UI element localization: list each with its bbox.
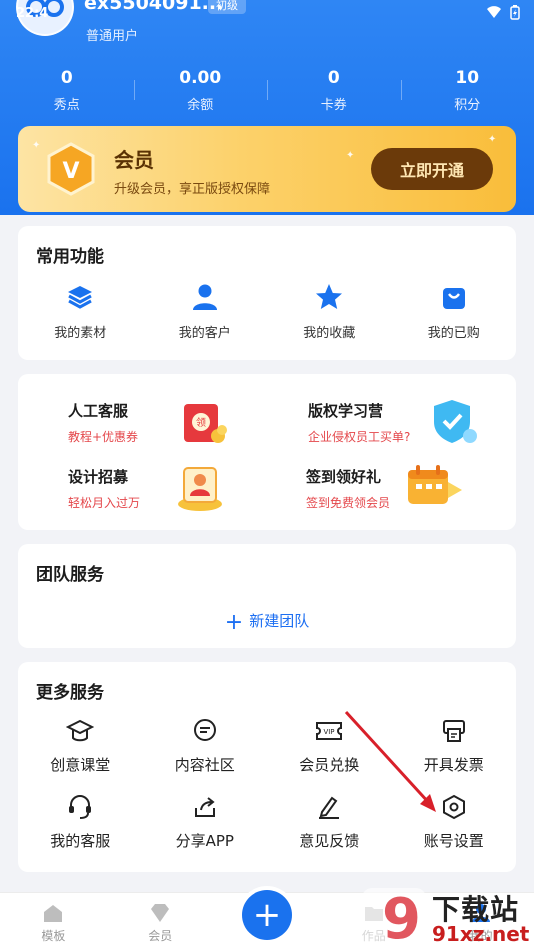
create-plus-button[interactable]: +: [242, 890, 292, 940]
vip-medal-icon: V: [47, 142, 95, 196]
red-envelope-icon: 领: [184, 404, 227, 443]
diamond-icon: [151, 904, 170, 922]
recruit-card-icon: [178, 467, 222, 511]
stat-coupons[interactable]: 0 卡券: [267, 66, 401, 116]
item-label: 我的素材: [54, 326, 107, 341]
vip-subtitle: 升级会员，享正版授权保障: [114, 182, 271, 197]
svg-text:V: V: [62, 159, 79, 184]
annotation-arrow-icon: [344, 710, 436, 812]
promo-checkin-gift[interactable]: 签到领好礼 签到免费领会员: [306, 466, 390, 511]
stat-points[interactable]: 10 积分: [400, 66, 534, 116]
tab-templates[interactable]: 模板: [0, 893, 107, 950]
promo-card: 人工客服 教程+优惠券 领 版权学习营 企业侵权员工买单? 设计招募 轻松月入过…: [18, 374, 516, 530]
calendar-gift-icon: [408, 465, 462, 504]
promo-subtitle: 教程+优惠券: [68, 430, 139, 444]
item-label: 分享APP: [175, 832, 234, 850]
watermark-url: 91xz.net: [432, 922, 530, 946]
stat-balance[interactable]: 0.00 余额: [133, 66, 268, 116]
promo-title: 人工客服: [68, 402, 129, 420]
wifi-icon: [487, 6, 501, 18]
promo-title: 设计招募: [68, 468, 129, 486]
home-icon: [44, 905, 63, 922]
new-team-label: 新建团队: [249, 612, 310, 630]
more-item-creative-class[interactable]: 创意课堂: [18, 716, 143, 775]
shield-icon: [434, 400, 477, 443]
battery-icon: [510, 5, 520, 20]
section-title: 更多服务: [36, 683, 104, 703]
level-badge: 初级: [208, 0, 246, 14]
username[interactable]: ex5504091...: [84, 0, 223, 14]
common-item-favorites[interactable]: 我的收藏: [267, 282, 392, 341]
common-functions-card: 常用功能 我的素材 我的客户 我的收藏 我的已购: [18, 226, 516, 360]
item-label: 内容社区: [174, 756, 235, 774]
user-role: 普通用户: [86, 29, 139, 44]
promo-subtitle: 签到免费领会员: [306, 496, 391, 510]
stat-value: 10: [455, 68, 480, 88]
plus-icon: +: [252, 895, 282, 935]
stat-label: 秀点: [53, 98, 80, 113]
more-item-share-app[interactable]: 分享APP: [143, 792, 268, 851]
item-label: 我的已购: [427, 326, 480, 341]
sparkle-icon: ✦: [32, 140, 41, 151]
promo-subtitle: 企业侵权员工买单?: [308, 430, 411, 444]
status-time: 22:4: [16, 6, 49, 21]
tab-label: 会员: [148, 929, 173, 943]
layers-icon: [65, 282, 95, 312]
tab-label: 模板: [41, 929, 66, 943]
profile-header: 22:4 ex5504091... 初级 普通用户 0 秀点 0.00 余额 0…: [0, 0, 534, 215]
graduation-cap-icon: [65, 716, 95, 746]
svg-text:9: 9: [382, 887, 421, 950]
headset-icon: [65, 792, 95, 822]
share-icon: [190, 792, 220, 822]
user-icon: [190, 282, 220, 312]
svg-text:领: 领: [196, 416, 206, 429]
stat-value: 0: [327, 68, 340, 88]
promo-title: 版权学习营: [308, 402, 384, 420]
vip-title: 会员: [114, 148, 154, 172]
promo-title: 签到领好礼: [306, 468, 382, 486]
item-label: 创意课堂: [50, 756, 111, 774]
vip-open-button[interactable]: 立即开通: [371, 148, 493, 190]
more-item-community[interactable]: 内容社区: [143, 716, 268, 775]
new-team-button[interactable]: + 新建团队: [18, 610, 516, 635]
common-item-customers[interactable]: 我的客户: [143, 282, 268, 341]
item-label: 意见反馈: [299, 832, 360, 850]
promo-design-recruit[interactable]: 设计招募 轻松月入过万: [68, 466, 140, 511]
promo-copyright-camp[interactable]: 版权学习营 企业侵权员工买单?: [308, 400, 410, 445]
status-icons: [486, 5, 520, 20]
section-title: 团队服务: [36, 565, 104, 585]
sparkle-icon: ✦: [488, 134, 497, 145]
item-label: 我的客服: [50, 832, 111, 850]
vip-banner[interactable]: ✦ ✦ ✦ V 会员 升级会员，享正版授权保障 立即开通: [18, 126, 516, 212]
stat-xiudian[interactable]: 0 秀点: [0, 66, 134, 116]
item-label: 我的客户: [178, 326, 231, 341]
stat-label: 余额: [187, 98, 214, 113]
stat-label: 卡券: [320, 98, 347, 113]
stat-value: 0.00: [179, 68, 222, 88]
common-item-materials[interactable]: 我的素材: [18, 282, 143, 341]
stat-value: 0: [60, 68, 73, 88]
promo-customer-service[interactable]: 人工客服 教程+优惠券: [68, 400, 138, 445]
plus-icon: +: [224, 610, 244, 635]
chat-bubble-icon: [190, 716, 220, 746]
item-label: 账号设置: [423, 832, 484, 850]
shopping-bag-icon: [439, 282, 469, 312]
common-item-purchased[interactable]: 我的已购: [392, 282, 517, 341]
item-label: 我的收藏: [303, 326, 356, 341]
section-title: 常用功能: [36, 247, 104, 267]
promo-subtitle: 轻松月入过万: [68, 496, 141, 510]
star-icon: [314, 282, 344, 312]
stat-label: 积分: [454, 98, 481, 113]
team-service-card: 团队服务 + 新建团队: [18, 544, 516, 648]
sparkle-icon: ✦: [346, 150, 355, 161]
more-item-customer-service[interactable]: 我的客服: [18, 792, 143, 851]
stats-row: 0 秀点 0.00 余额 0 卡券 10 积分: [0, 66, 534, 116]
tab-vip[interactable]: 会员: [107, 893, 214, 950]
common-functions-grid: 我的素材 我的客户 我的收藏 我的已购: [18, 282, 516, 341]
